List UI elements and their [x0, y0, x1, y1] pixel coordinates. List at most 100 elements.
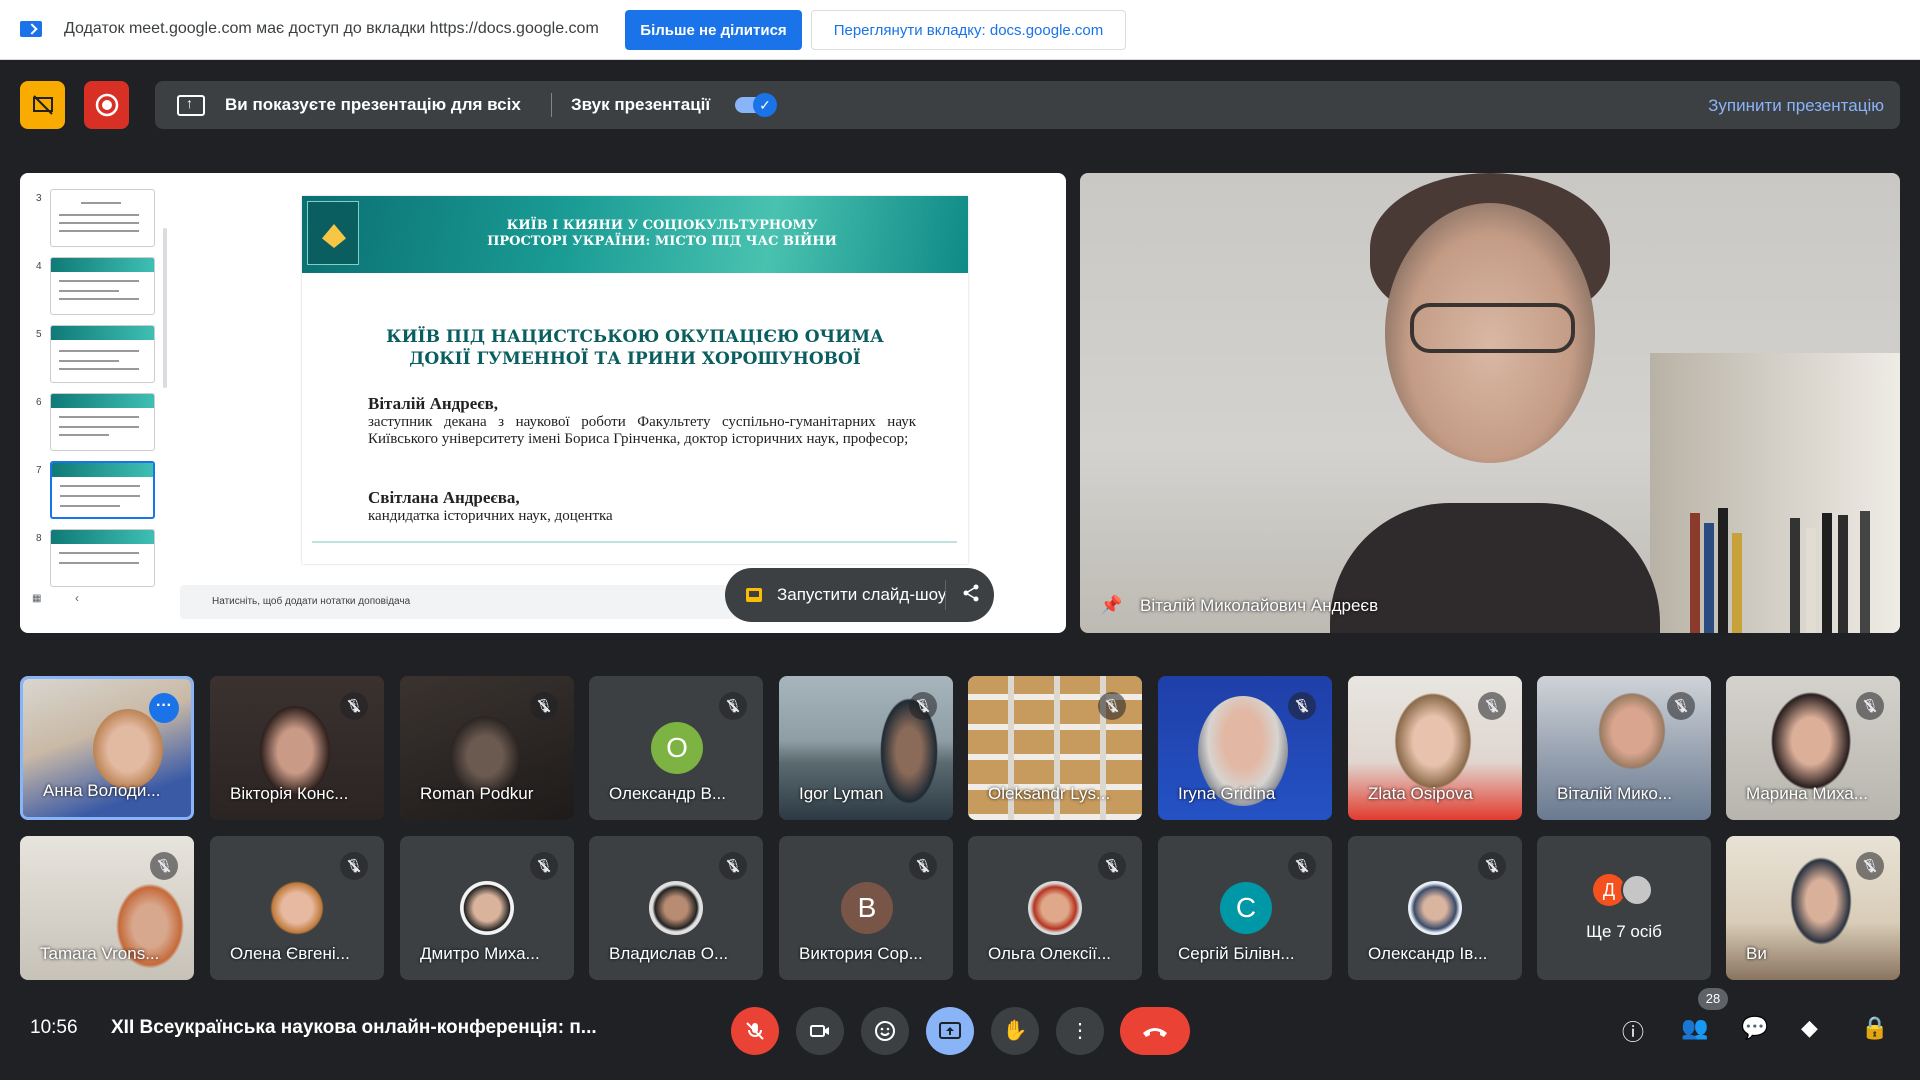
participant-tile[interactable]: О 🎙 Олександр В... [589, 676, 763, 820]
activities-icon[interactable]: ◆ [1801, 1015, 1818, 1041]
stop-presenting-link[interactable]: Зупинити презентацію [1708, 96, 1884, 116]
info-icon[interactable]: ⓘ [1622, 1015, 1644, 1047]
raise-hand-button[interactable]: ✋ [991, 1007, 1039, 1055]
mic-off-icon [746, 1022, 764, 1040]
present-screen-icon [177, 95, 205, 116]
thumbnail-scrollbar[interactable] [163, 228, 167, 388]
present-screen-icon [939, 1022, 961, 1039]
start-slideshow-button[interactable]: Запустити слайд-шоу [725, 568, 994, 622]
record-icon [95, 93, 118, 117]
mic-off-icon: 🎙 [1856, 692, 1884, 720]
more-vert-icon: ⋮ [1070, 1020, 1090, 1042]
mic-off-icon: 🎙 [1478, 852, 1506, 880]
mic-off-icon: 🎙 [909, 852, 937, 880]
avatar [1621, 874, 1653, 906]
presentation-off-button[interactable] [20, 81, 65, 129]
slideshow-icon [746, 588, 762, 602]
participant-tile[interactable]: 🎙 Марина Миха... [1726, 676, 1900, 820]
meeting-clock: 10:56 [30, 1017, 78, 1038]
avatar: О [651, 722, 703, 774]
more-options-button[interactable]: ⋮ [1056, 1007, 1104, 1055]
pin-icon[interactable]: 📌 [1100, 595, 1122, 616]
start-slideshow-label: Запустити слайд-шоу [777, 585, 947, 604]
share-icon[interactable] [961, 583, 981, 603]
divider [945, 580, 946, 610]
participant-name: Вікторія Конс... [230, 784, 349, 803]
mic-off-icon: 🎙 [1856, 852, 1884, 880]
thumbnail-number: 4 [36, 261, 42, 272]
people-count-badge: 28 [1698, 988, 1728, 1010]
slide-thumbnail-selected[interactable] [50, 461, 155, 519]
hand-icon: ✋ [1002, 1020, 1028, 1042]
chat-icon[interactable]: 💬 [1741, 1015, 1768, 1041]
thumbnail-number: 3 [36, 193, 42, 204]
participant-name: Анна Володи... [43, 781, 161, 800]
participant-tile[interactable]: В 🎙 Виктория Сор... [779, 836, 953, 980]
pinned-participant-video[interactable]: 📌 Віталій Миколайович Андреєв [1080, 173, 1900, 633]
reactions-button[interactable] [861, 1007, 909, 1055]
participant-tile[interactable]: 🎙 Zlata Osipova [1348, 676, 1522, 820]
slide-thumbnail[interactable] [50, 529, 155, 587]
participant-tile[interactable]: ··· Анна Володи... [20, 676, 194, 820]
author-2-description: кандидатка історичних наук, доцентка [368, 508, 613, 524]
participant-tile[interactable]: 🎙 Igor Lyman [779, 676, 953, 820]
mic-off-icon: 🎙 [530, 692, 558, 720]
avatar [270, 881, 324, 935]
slide-bottom-line [312, 541, 957, 543]
university-logo [307, 201, 359, 265]
speaker-notes-field[interactable]: Натисніть, щоб додати нотатки доповідача [180, 585, 750, 619]
self-view-tile[interactable]: 🎙 Ви [1726, 836, 1900, 980]
thumbnail-number: 7 [36, 465, 42, 476]
slide-thumbnail[interactable] [50, 325, 155, 383]
participant-name: Roman Podkur [420, 784, 534, 803]
slide-title: КИЇВ ПІД НАЦИСТСЬКОЮ ОКУПАЦІЄЮ ОЧИМА ДОК… [386, 327, 884, 369]
avatar [460, 881, 514, 935]
participant-tile[interactable]: 🎙 Олена Євгені... [210, 836, 384, 980]
participant-tile[interactable]: 🎙 Дмитро Миха... [400, 836, 574, 980]
grid-view-icon[interactable]: ▦ [32, 593, 44, 605]
people-icon[interactable]: 👥 [1681, 1015, 1708, 1041]
thumbnail-number: 5 [36, 329, 42, 340]
author-2-name: Світлана Андреєва, [368, 488, 520, 507]
slide-thumbnail[interactable] [50, 189, 155, 247]
participant-tile[interactable]: 🎙 Владислав О... [589, 836, 763, 980]
mic-off-icon: 🎙 [1098, 852, 1126, 880]
more-participants-tile[interactable]: Д Ще 7 осіб [1537, 836, 1711, 980]
present-now-button[interactable] [926, 1007, 974, 1055]
participant-name: Tamara Vrons... [40, 944, 160, 963]
speaker-notes-placeholder: Натисніть, щоб додати нотатки доповідача [212, 596, 411, 607]
more-options-icon[interactable]: ··· [149, 693, 179, 723]
mic-off-icon: 🎙 [1667, 692, 1695, 720]
host-controls-lock-icon[interactable]: 🔒 [1861, 1015, 1888, 1041]
participant-tile[interactable]: 🎙 Ольга Олексії... [968, 836, 1142, 980]
record-button[interactable] [84, 81, 129, 129]
slide-thumbnail[interactable] [50, 393, 155, 451]
check-icon[interactable]: ✓ [753, 93, 777, 117]
participant-name: Сергій Білівн... [1178, 944, 1295, 963]
avatar: В [841, 882, 893, 934]
participant-tile[interactable]: 🎙 Вікторія Конс... [210, 676, 384, 820]
participant-tile[interactable]: 🎙 Віталій Мико... [1537, 676, 1711, 820]
leave-call-button[interactable] [1120, 1007, 1190, 1055]
participant-name: Oleksandr Lys... [988, 784, 1111, 803]
participant-tile[interactable]: 🎙 Iryna Gridina [1158, 676, 1332, 820]
shared-slides-panel: 3 4 5 6 7 8 КИЇВ І КИЯНИ У СОЦІОКУЛЬТУРН… [20, 173, 1066, 633]
participant-tile[interactable]: 🎙 Oleksandr Lys... [968, 676, 1142, 820]
participant-name: Ольга Олексії... [988, 944, 1112, 963]
view-tab-button[interactable]: Переглянути вкладку: docs.google.com [811, 10, 1126, 50]
avatar [649, 881, 703, 935]
mic-off-icon: 🎙 [1098, 692, 1126, 720]
stop-sharing-button[interactable]: Більше не ділитися [625, 10, 802, 50]
slide-thumbnail[interactable] [50, 257, 155, 315]
participant-tile[interactable]: С 🎙 Сергій Білівн... [1158, 836, 1332, 980]
participant-tile[interactable]: 🎙 Tamara Vrons... [20, 836, 194, 980]
participant-tile[interactable]: 🎙 Олександр Ів... [1348, 836, 1522, 980]
person-body [1330, 503, 1660, 633]
pinned-participant-name: Віталій Миколайович Андреєв [1140, 596, 1379, 615]
mic-toggle-button[interactable] [731, 1007, 779, 1055]
thumbnail-number: 6 [36, 397, 42, 408]
chevron-left-icon[interactable]: ‹ [75, 591, 79, 605]
slide-canvas: КИЇВ І КИЯНИ У СОЦІОКУЛЬТУРНОМУ ПРОСТОРІ… [302, 196, 968, 564]
camera-toggle-button[interactable] [796, 1007, 844, 1055]
participant-tile[interactable]: 🎙 Roman Podkur [400, 676, 574, 820]
